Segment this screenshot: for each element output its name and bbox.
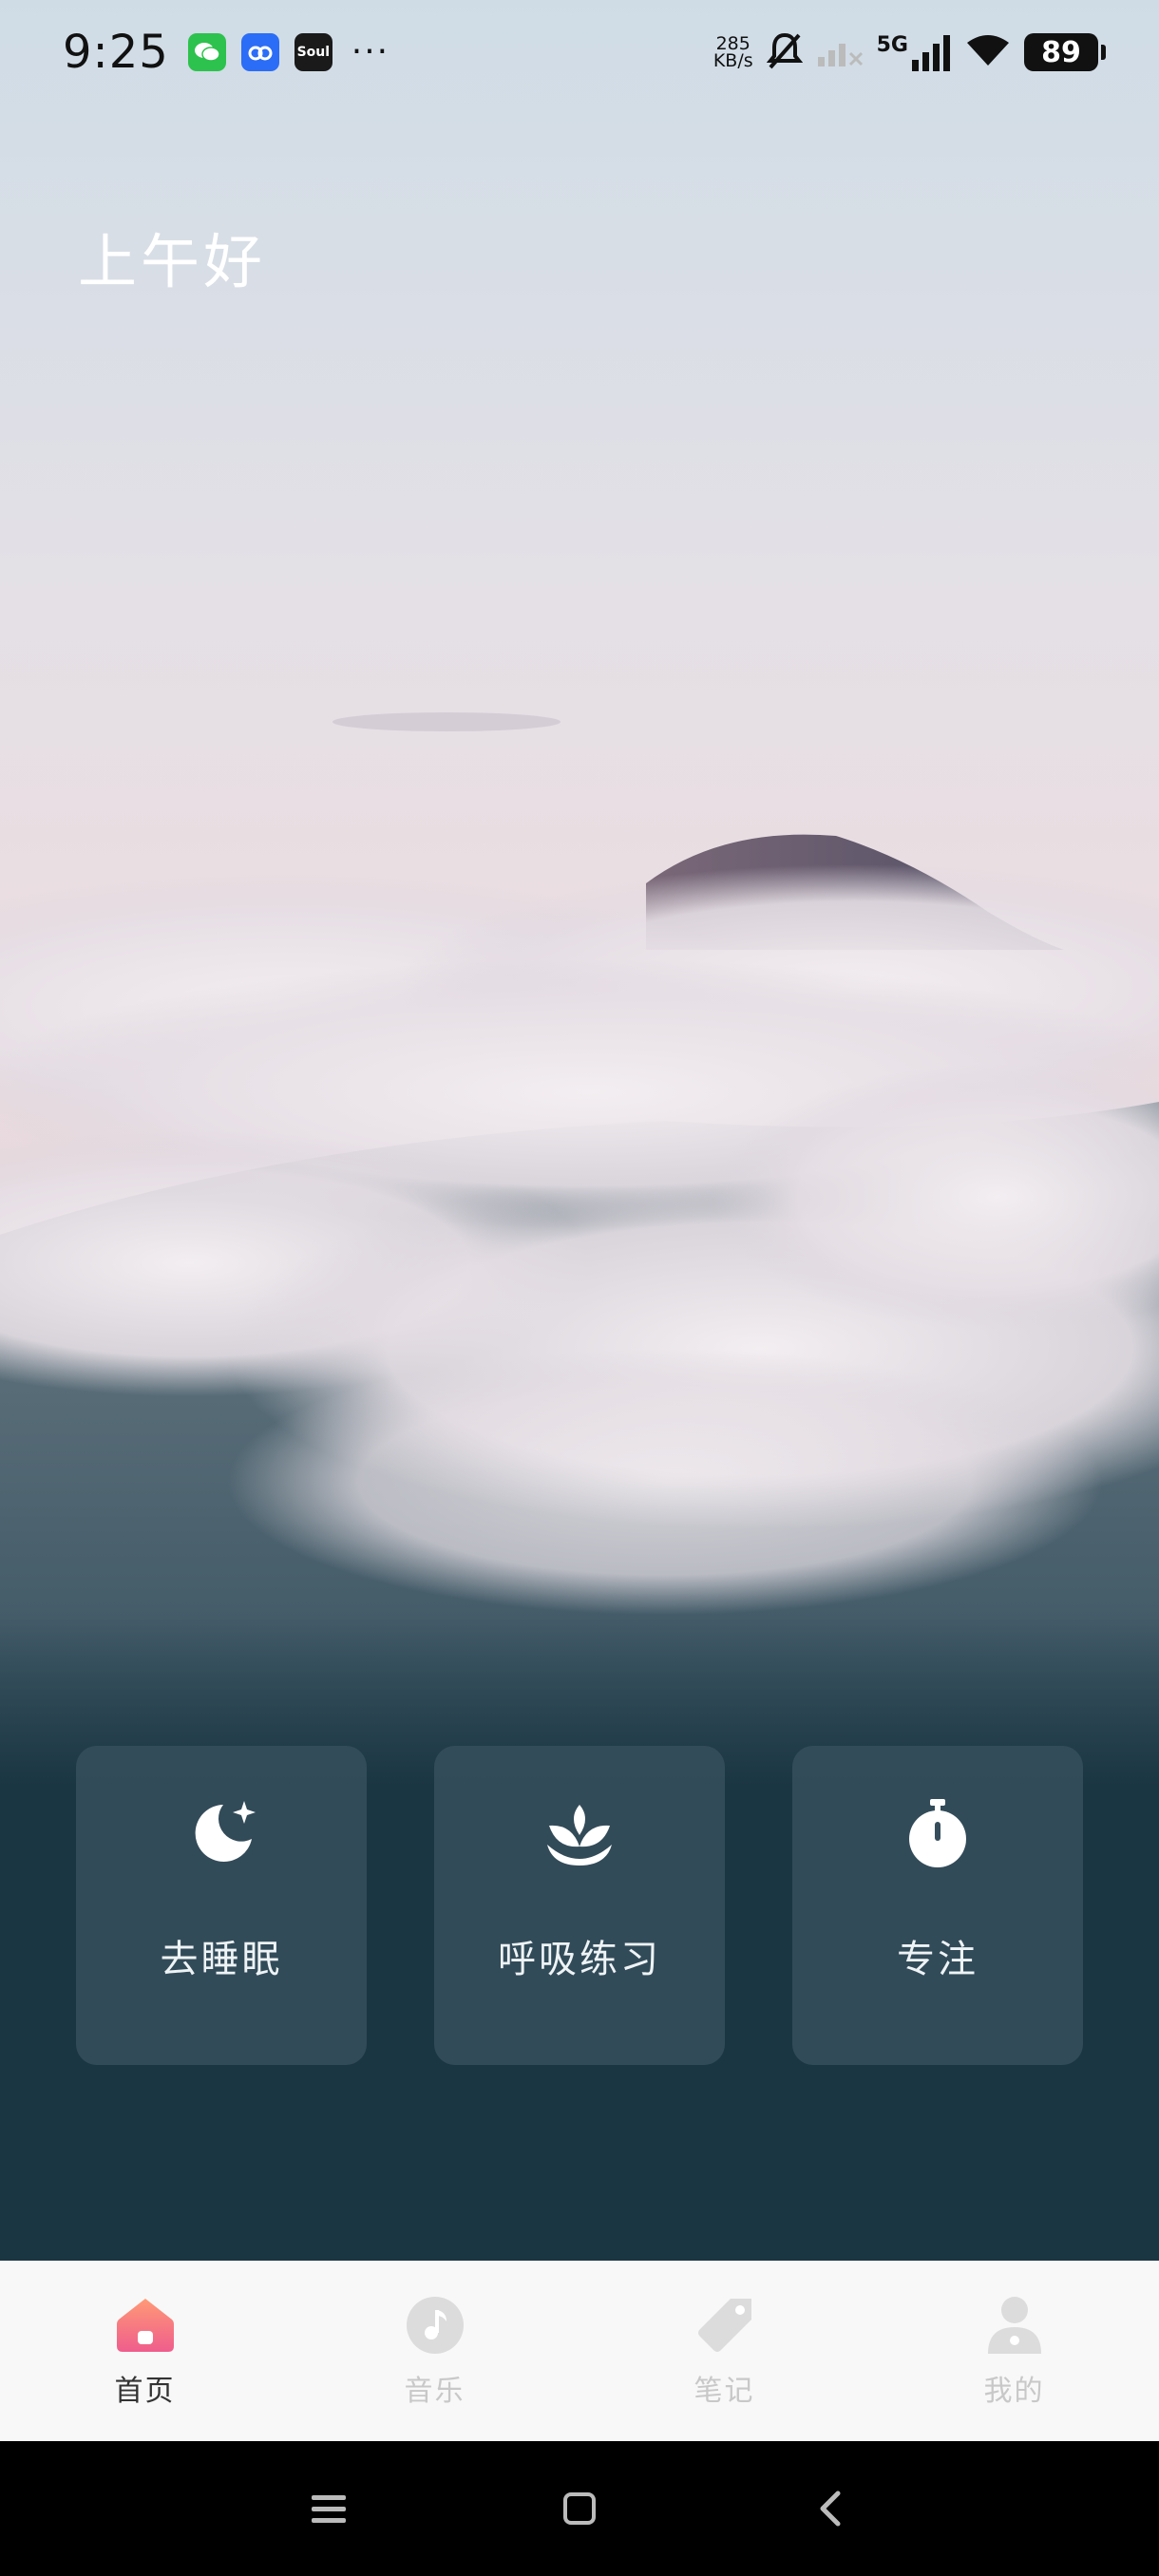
moon-star-icon [185, 1797, 257, 1869]
clock: 9:25 [63, 26, 169, 79]
menu-icon [312, 2495, 346, 2523]
greeting-title: 上午好 [78, 227, 267, 296]
square-icon [563, 2492, 596, 2525]
wechat-icon [187, 33, 226, 71]
breathing-card-label: 呼吸练习 [498, 1938, 661, 1981]
tab-notes-label: 笔记 [694, 2375, 755, 2408]
baidu-netdisk-icon [240, 33, 279, 71]
network-type: 5G [876, 33, 908, 57]
tab-notes[interactable]: 笔记 [580, 2261, 869, 2441]
battery-indicator: 89 [1024, 33, 1106, 71]
tab-home-label: 首页 [114, 2375, 176, 2408]
music-icon [405, 2295, 466, 2356]
back-button[interactable] [705, 2471, 956, 2547]
sleep-card-label: 去睡眠 [160, 1938, 283, 1981]
sleep-card[interactable]: 去睡眠 [76, 1746, 367, 2065]
tag-icon [694, 2295, 755, 2356]
user-icon [984, 2295, 1045, 2356]
network-speed-unit: KB/s [712, 50, 753, 71]
tab-profile[interactable]: 我的 [869, 2261, 1159, 2441]
home-screen: 9:25 Soul ··· 285 KB/s 5G 89 上午好 去睡眠 呼吸练… [0, 0, 1159, 2576]
bell-muted-icon [766, 31, 803, 73]
status-right: 285 KB/s 5G 89 [712, 31, 1106, 73]
recent-apps-button[interactable] [203, 2471, 454, 2547]
more-notifications-icon: ··· [351, 32, 390, 71]
back-chevron-icon [820, 2491, 841, 2527]
breathing-card[interactable]: 呼吸练习 [434, 1746, 725, 2065]
status-bar: 9:25 Soul ··· 285 KB/s 5G 89 [0, 0, 1159, 104]
tab-music-label: 音乐 [404, 2375, 466, 2408]
home-icon [115, 2295, 176, 2356]
status-left: 9:25 Soul ··· [63, 26, 390, 79]
bottom-tab-bar: 首页 音乐 笔记 我的 [0, 2261, 1159, 2441]
tab-music[interactable]: 音乐 [290, 2261, 580, 2441]
focus-card[interactable]: 专注 [792, 1746, 1083, 2065]
system-navigation-bar [0, 2441, 1159, 2576]
signal-5g-icon: 5G [877, 33, 952, 71]
soul-icon: Soul [294, 33, 332, 71]
lotus-icon [543, 1797, 616, 1869]
tab-profile-label: 我的 [983, 2375, 1045, 2408]
network-speed: 285 KB/s [712, 35, 753, 71]
wifi-icon [965, 33, 1011, 71]
tab-home[interactable]: 首页 [0, 2261, 290, 2441]
focus-card-label: 专注 [897, 1938, 978, 1981]
stopwatch-icon [902, 1797, 974, 1869]
home-button[interactable] [454, 2471, 705, 2547]
signal-sim1-icon [816, 34, 864, 70]
